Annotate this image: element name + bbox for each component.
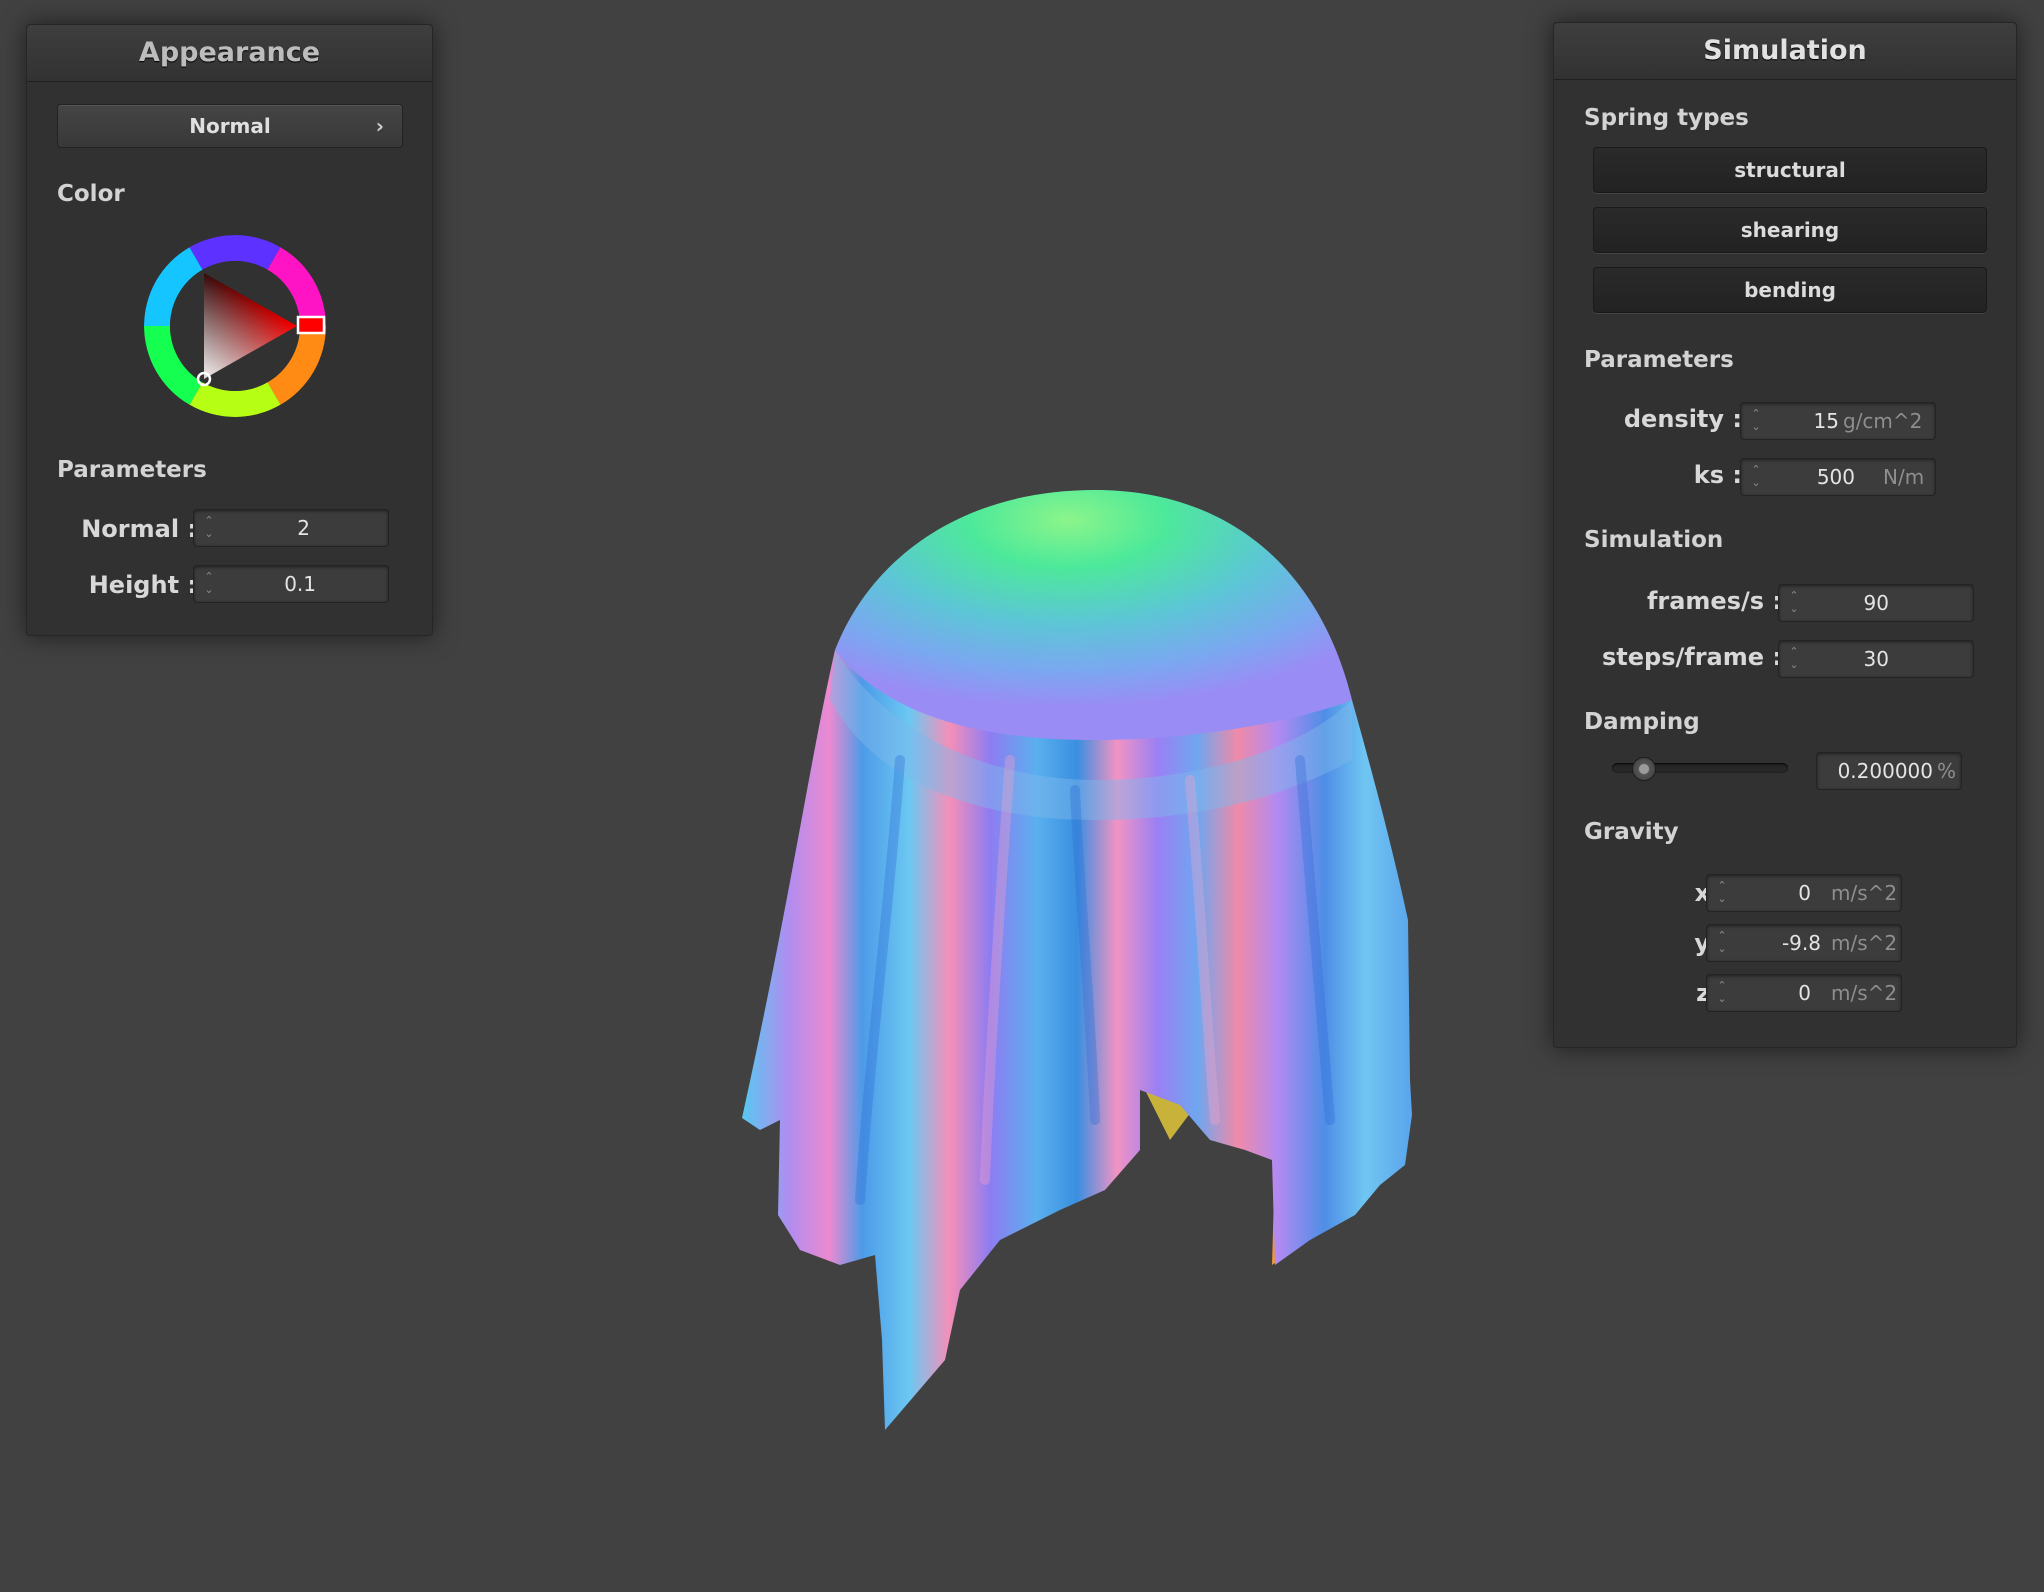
- damping-slider-handle[interactable]: [1632, 757, 1656, 781]
- steps-input[interactable]: ⌃ ⌄ 30: [1778, 640, 1974, 678]
- gravity-x-input[interactable]: ⌃ ⌄ 0 m/s^2: [1706, 874, 1902, 912]
- gravity-z-value: 0: [1798, 981, 1811, 1005]
- normal-value: 2: [297, 516, 310, 540]
- normal-label: Normal :: [81, 515, 197, 543]
- density-label: density :: [1623, 405, 1742, 433]
- gravity-x-value: 0: [1798, 881, 1811, 905]
- appearance-parameters-label: Parameters: [57, 457, 207, 483]
- gravity-z-input[interactable]: ⌃ ⌄ 0 m/s^2: [1706, 974, 1902, 1012]
- density-value: 15: [1813, 409, 1839, 433]
- gravity-y-unit: m/s^2: [1831, 931, 1898, 955]
- normal-input[interactable]: ⌃ ⌄ 2: [193, 509, 389, 547]
- color-label: Color: [57, 181, 125, 207]
- gravity-y-input[interactable]: ⌃ ⌄ -9.8 m/s^2: [1706, 924, 1902, 962]
- simulation-panel-title[interactable]: Simulation: [1554, 23, 2016, 80]
- sim-parameters-label: Parameters: [1584, 347, 1734, 373]
- shader-dropdown[interactable]: Normal ›: [57, 104, 403, 148]
- ks-value: 500: [1816, 465, 1855, 489]
- appearance-panel-title[interactable]: Appearance: [27, 25, 432, 82]
- density-input[interactable]: ⌃ ⌄ 15 g/cm^2: [1740, 402, 1936, 440]
- fps-input[interactable]: ⌃ ⌄ 90: [1778, 584, 1974, 622]
- shader-dropdown-label: Normal: [189, 114, 271, 138]
- appearance-panel: Appearance Normal › Color Parameters Nor…: [26, 24, 433, 636]
- gravity-x-unit: m/s^2: [1831, 881, 1898, 905]
- spring-types-label: Spring types: [1584, 105, 1749, 131]
- gravity-z-unit: m/s^2: [1831, 981, 1898, 1005]
- chevron-right-icon: ›: [375, 114, 384, 138]
- shearing-button[interactable]: shearing: [1593, 207, 1987, 253]
- height-label: Height :: [88, 571, 197, 599]
- simulation-panel: Simulation Spring types structural shear…: [1553, 22, 2017, 1048]
- ks-input[interactable]: ⌃ ⌄ 500 N/m: [1740, 458, 1936, 496]
- gravity-label: Gravity: [1584, 819, 1679, 845]
- damping-input[interactable]: 0.200000 %: [1816, 752, 1962, 790]
- height-input[interactable]: ⌃ ⌄ 0.1: [193, 565, 389, 603]
- damping-unit: %: [1937, 759, 1957, 783]
- fps-value: 90: [1863, 591, 1889, 615]
- ks-unit: N/m: [1883, 465, 1925, 489]
- steps-value: 30: [1863, 647, 1889, 671]
- density-unit: g/cm^2: [1843, 409, 1923, 433]
- color-wheel-graphic: [144, 235, 326, 417]
- bending-button[interactable]: bending: [1593, 267, 1987, 313]
- gravity-y-value: -9.8: [1781, 931, 1821, 955]
- damping-value: 0.200000: [1837, 759, 1933, 783]
- steps-label: steps/frame :: [1602, 643, 1782, 671]
- height-value: 0.1: [284, 572, 316, 596]
- structural-button[interactable]: structural: [1593, 147, 1987, 193]
- ks-label: ks :: [1693, 461, 1742, 489]
- fps-label: frames/s :: [1646, 587, 1782, 615]
- color-wheel[interactable]: [142, 233, 328, 419]
- simulation-group-label: Simulation: [1584, 527, 1724, 553]
- damping-label: Damping: [1584, 709, 1700, 735]
